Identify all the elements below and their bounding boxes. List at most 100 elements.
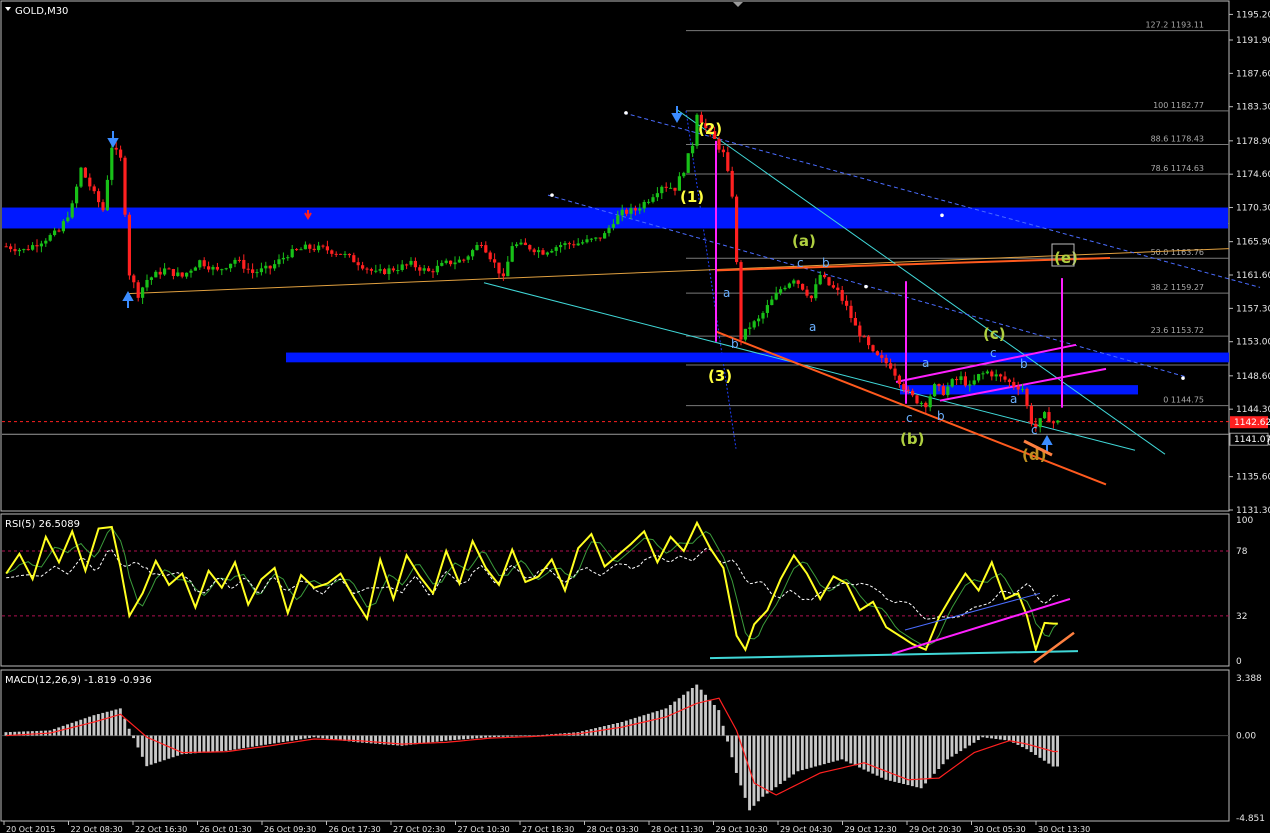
wave-sublabel-b: b bbox=[937, 409, 945, 423]
candle-body bbox=[726, 152, 730, 171]
candle-body bbox=[471, 250, 475, 257]
macd-histogram-bar bbox=[74, 721, 78, 736]
candle-body bbox=[884, 357, 888, 364]
candle-body bbox=[391, 268, 395, 271]
wave-sublabel-b: b bbox=[1020, 357, 1028, 371]
macd-histogram-bar bbox=[690, 687, 694, 736]
macd-histogram-bar bbox=[96, 714, 100, 736]
candle-body bbox=[783, 287, 787, 290]
macd-histogram-bar bbox=[1016, 735, 1020, 745]
macd-histogram-bar bbox=[717, 710, 721, 736]
candle-body bbox=[968, 384, 972, 386]
candle-body bbox=[528, 245, 532, 250]
macd-histogram-bar bbox=[281, 735, 285, 743]
candle-body bbox=[189, 270, 193, 273]
time-axis-label: 29 Oct 04:30 bbox=[780, 825, 832, 833]
macd-histogram-bar bbox=[796, 735, 800, 772]
macd-histogram-bar bbox=[136, 735, 140, 748]
candle-body bbox=[493, 259, 497, 263]
candle-body bbox=[369, 269, 373, 271]
candle-body bbox=[739, 262, 743, 340]
candle-body bbox=[977, 374, 981, 381]
candle-body bbox=[431, 271, 435, 273]
macd-histogram-bar bbox=[246, 735, 250, 748]
macd-histogram-bar bbox=[730, 735, 734, 758]
candle-body bbox=[761, 312, 765, 319]
candle-body bbox=[792, 280, 796, 284]
candle-body bbox=[171, 269, 175, 276]
macd-histogram-bar bbox=[237, 735, 241, 749]
candle-body bbox=[972, 380, 976, 385]
candle-body bbox=[862, 336, 866, 338]
symbol-label: GOLD,M30 bbox=[15, 6, 68, 17]
macd-histogram-bar bbox=[695, 684, 699, 736]
candle-body bbox=[119, 149, 123, 158]
candle-body bbox=[259, 268, 263, 273]
rsi-line bbox=[5, 520, 1058, 654]
candle-body bbox=[933, 384, 937, 397]
macd-histogram-bar bbox=[880, 735, 883, 778]
candle-body bbox=[655, 193, 659, 198]
candle-body bbox=[347, 253, 351, 256]
macd-histogram-bar bbox=[123, 718, 127, 736]
candle-body bbox=[990, 371, 994, 377]
candle-body bbox=[273, 264, 277, 269]
candle-body bbox=[303, 244, 307, 250]
macd-histogram-bar bbox=[954, 735, 958, 754]
candle-body bbox=[1003, 376, 1007, 380]
fib-level-label: 88.6 1178.43 bbox=[1151, 134, 1204, 143]
candle-body bbox=[669, 187, 673, 189]
macd-histogram-bar bbox=[171, 735, 175, 758]
macd-histogram-bar bbox=[682, 694, 685, 736]
candle-body bbox=[823, 274, 827, 278]
time-axis-label: 20 Oct 2015 bbox=[6, 825, 55, 833]
symbol-menu-icon[interactable] bbox=[5, 7, 11, 11]
candle-body bbox=[449, 260, 453, 265]
macd-histogram-bar bbox=[976, 735, 980, 741]
wave-sublabel-c: c bbox=[797, 256, 804, 270]
macd-histogram-bar bbox=[919, 735, 923, 789]
time-axis-label: 28 Oct 03:30 bbox=[587, 825, 639, 833]
sell-arrow-icon bbox=[671, 106, 683, 124]
candle-body bbox=[616, 215, 620, 225]
candle-body bbox=[317, 245, 321, 251]
candle-body bbox=[211, 266, 215, 270]
chart-shift-marker-icon[interactable] bbox=[733, 2, 743, 7]
macd-histogram-bar bbox=[809, 735, 813, 768]
macd-histogram-bar bbox=[862, 735, 866, 770]
macd-histogram-bar bbox=[184, 735, 188, 754]
candle-body bbox=[220, 269, 224, 271]
macd-histogram-bar bbox=[30, 731, 34, 736]
macd-histogram-bar bbox=[950, 735, 954, 757]
buy-arrow-icon bbox=[122, 290, 134, 308]
macd-histogram-bar bbox=[484, 735, 487, 738]
macd-histogram-bar bbox=[413, 735, 417, 745]
candle-body bbox=[427, 268, 431, 272]
candle-body bbox=[422, 268, 426, 271]
candle-body bbox=[897, 375, 901, 384]
candle-body bbox=[902, 383, 906, 390]
candle-body bbox=[576, 243, 580, 246]
macd-histogram-bar bbox=[611, 724, 615, 736]
trading-chart: 127.2 1193.11 100 1182.77 88.6 1178.43 78.6… bbox=[0, 0, 1270, 833]
candle-body bbox=[233, 259, 237, 264]
macd-histogram-bar bbox=[198, 735, 201, 753]
macd-histogram-bar bbox=[642, 715, 646, 736]
candle-body bbox=[352, 255, 356, 263]
macd-histogram-bar bbox=[488, 735, 492, 738]
macd-histogram-bar bbox=[906, 735, 910, 786]
candle-body bbox=[229, 263, 233, 269]
rsi-support-trendline bbox=[709, 650, 1079, 660]
candle-body bbox=[26, 249, 30, 251]
candle-body bbox=[132, 275, 136, 283]
candle-body bbox=[589, 238, 593, 240]
candle-body bbox=[484, 245, 488, 253]
candle-body bbox=[413, 260, 417, 268]
candle-body bbox=[941, 386, 945, 396]
candle-body bbox=[356, 262, 360, 266]
candle-body bbox=[607, 227, 611, 234]
rsi-panel-frame bbox=[0, 513, 1230, 667]
macd-histogram-bar bbox=[162, 735, 166, 761]
candle-body bbox=[638, 208, 642, 211]
macd-histogram-bar bbox=[633, 717, 637, 736]
